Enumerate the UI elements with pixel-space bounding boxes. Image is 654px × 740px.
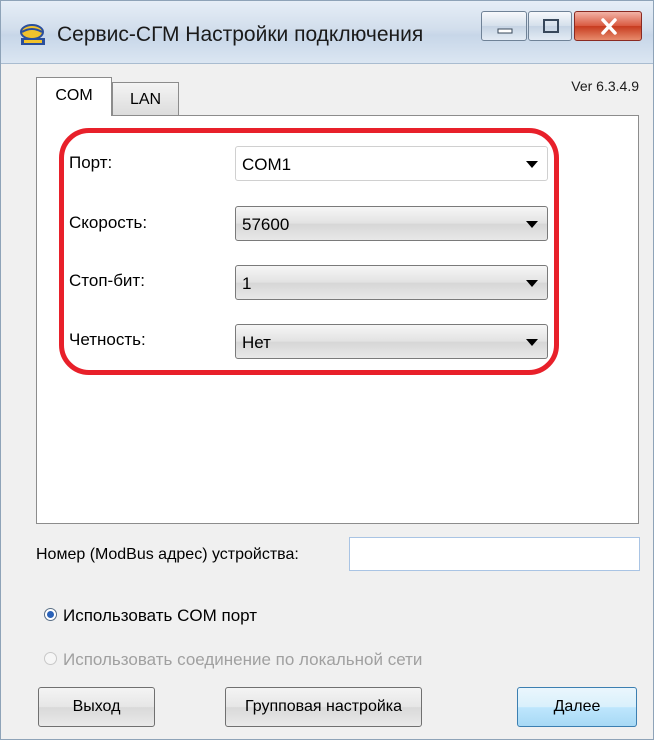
radio-checked-icon: [44, 608, 57, 622]
title-bar[interactable]: Сервис-СГМ Настройки подключения: [1, 1, 653, 64]
minimize-icon: [497, 28, 513, 34]
chevron-down-icon: [526, 221, 538, 228]
version-label: Ver 6.3.4.9: [571, 78, 639, 94]
group-setup-button-label: Групповая настройка: [244, 698, 403, 715]
parity-value: Нет: [242, 333, 271, 352]
exit-button-label: Выход: [72, 698, 121, 715]
maximize-button[interactable]: [528, 11, 572, 41]
close-button[interactable]: [574, 11, 642, 41]
use-lan-label: Использовать соединение по локальной сет…: [63, 650, 423, 669]
chevron-down-icon: [526, 161, 538, 168]
use-com-label: Использовать COM порт: [63, 606, 258, 625]
stop-bits-value: 1: [242, 274, 252, 293]
com-tab-panel: Порт: COM1 Скорость: 57600 Стоп-бит: 1 Ч…: [36, 115, 639, 524]
tab-com[interactable]: COM: [36, 77, 112, 116]
parity-select[interactable]: Нет: [235, 324, 548, 359]
maximize-icon: [543, 19, 559, 33]
group-setup-button[interactable]: Групповая настройка: [225, 687, 422, 727]
chevron-down-icon: [526, 339, 538, 346]
speed-label: Скорость:: [69, 213, 148, 232]
chevron-down-icon: [526, 280, 538, 287]
parity-label: Четность:: [69, 330, 146, 349]
device-address-input[interactable]: [349, 537, 640, 571]
port-label: Порт:: [69, 153, 113, 172]
device-address-label: Номер (ModBus адрес) устройства:: [36, 546, 299, 563]
use-com-radio[interactable]: Использовать COM порт: [44, 606, 257, 626]
stop-bits-select[interactable]: 1: [235, 265, 548, 300]
window-title: Сервис-СГМ Настройки подключения: [57, 23, 424, 46]
settings-window: Сервис-СГМ Настройки подключения Ver 6.3…: [0, 0, 654, 740]
app-logo-icon: [20, 24, 45, 45]
stop-bits-label: Стоп-бит:: [69, 271, 145, 290]
port-select[interactable]: COM1: [235, 146, 548, 181]
use-lan-radio[interactable]: Использовать соединение по локальной сет…: [44, 650, 422, 670]
dialog-client-area: Ver 6.3.4.9 COM LAN Порт: COM1 Скорость:…: [9, 64, 647, 733]
next-button[interactable]: Далее: [517, 687, 637, 727]
exit-button[interactable]: Выход: [38, 687, 155, 727]
minimize-button[interactable]: [481, 11, 527, 41]
speed-select[interactable]: 57600: [235, 206, 548, 241]
tab-lan[interactable]: LAN: [112, 82, 179, 115]
radio-unchecked-icon: [44, 652, 57, 666]
next-button-label: Далее: [553, 698, 601, 715]
close-icon: [601, 18, 617, 35]
port-value: COM1: [242, 155, 292, 174]
speed-value: 57600: [242, 215, 290, 234]
